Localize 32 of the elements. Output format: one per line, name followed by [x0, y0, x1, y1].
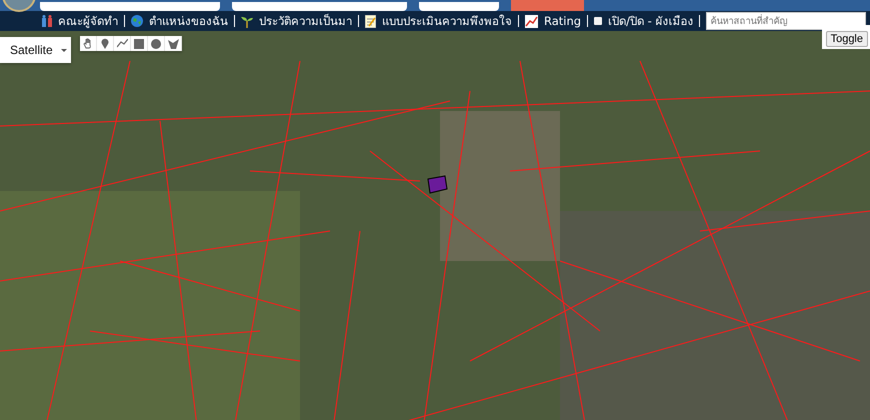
draw-tool-button[interactable] — [131, 36, 148, 51]
draw-tool-button[interactable] — [114, 36, 131, 51]
highlighted-parcel — [427, 175, 449, 195]
notepad-icon — [365, 14, 376, 28]
caret-icon — [61, 48, 67, 52]
nav-link[interactable]: Rating — [544, 14, 582, 28]
select-field[interactable] — [232, 2, 407, 11]
search-field[interactable]: ค้นหาสถานที่สำคัญ — [706, 12, 866, 30]
map-type-dropdown[interactable]: Satellite — [0, 37, 71, 63]
draw-tool-button[interactable] — [97, 36, 114, 51]
hand-icon — [82, 38, 94, 49]
chart-icon — [525, 14, 538, 28]
marker-icon — [101, 38, 109, 49]
nav-link[interactable]: คณะผู้จัดทำ — [58, 12, 118, 30]
toggle-button[interactable]: Toggle — [826, 31, 868, 47]
circle-icon — [151, 38, 161, 48]
polygon-icon — [168, 38, 178, 48]
globe-icon — [131, 15, 143, 27]
nav-link[interactable]: ประวัติความเป็นมา — [259, 12, 352, 30]
input-field[interactable] — [419, 2, 499, 11]
nav-link[interactable]: ตำแหน่งของฉัน — [149, 12, 228, 30]
draw-tool-button[interactable] — [148, 36, 165, 51]
polyline-icon — [116, 39, 128, 48]
select-field[interactable] — [40, 2, 220, 11]
draw-tool-button[interactable] — [165, 36, 182, 51]
nav-link[interactable]: เปิด/ปิด - ผังเมือง — [608, 12, 694, 30]
checkbox[interactable] — [594, 17, 602, 25]
square-icon — [134, 38, 144, 48]
people-icon — [42, 15, 52, 27]
sprout-icon — [241, 14, 253, 28]
nav-link[interactable]: แบบประเมินความพึงพอใจ — [382, 12, 512, 30]
draw-tool-button[interactable] — [80, 36, 97, 51]
